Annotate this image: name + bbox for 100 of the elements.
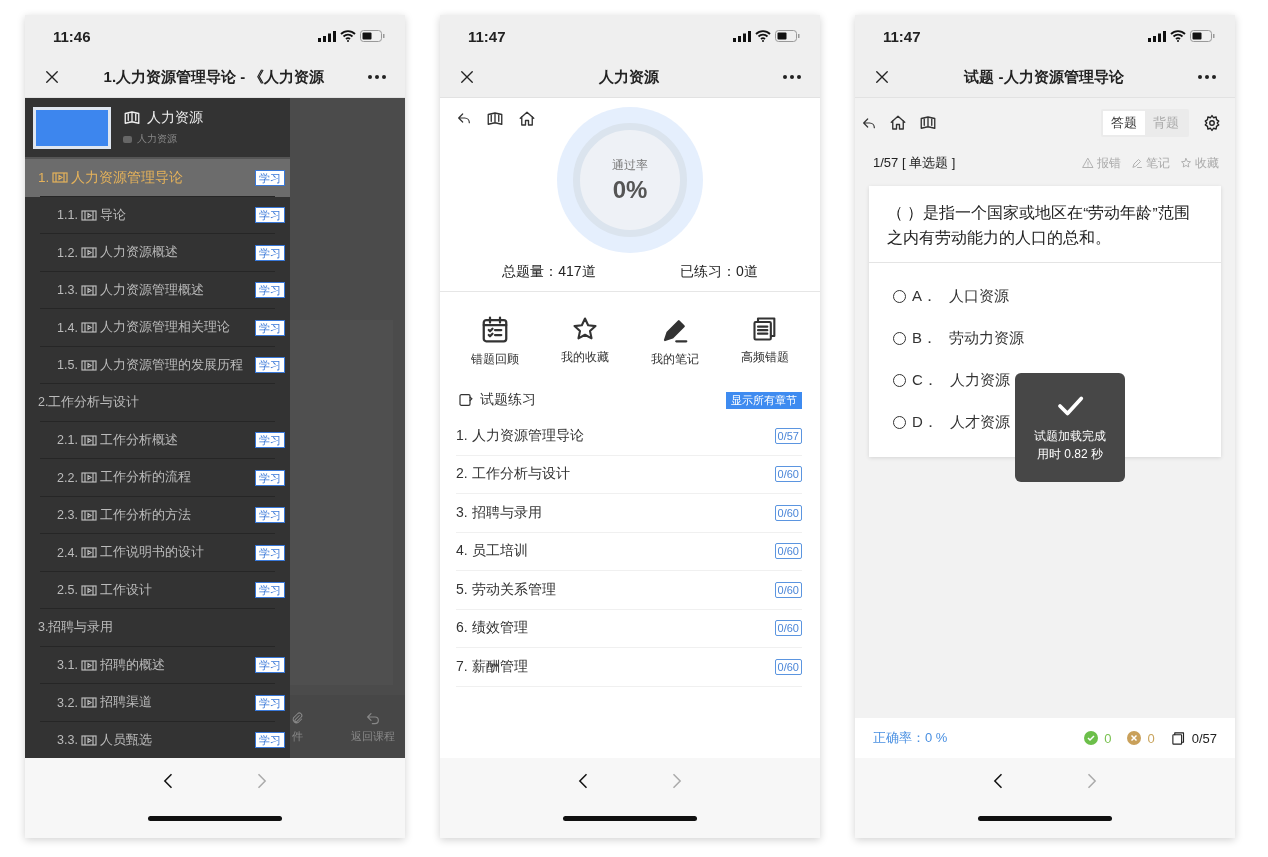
question-counter: 1/57 [ 单选题 ]: [873, 154, 956, 172]
chapter-title: 2. 工作分析与设计: [456, 465, 570, 484]
chapter-row[interactable]: 7. 薪酬管理 0/60: [456, 648, 802, 687]
page-title: 1.人力资源管理导论 - 《人力资源: [102, 67, 326, 87]
settings-button[interactable]: [1203, 114, 1221, 132]
chapter-row[interactable]: 5. 劳动关系管理 0/60: [456, 571, 802, 610]
study-tag[interactable]: 学习: [255, 207, 285, 224]
video-icon: [80, 734, 97, 746]
study-tag[interactable]: 学习: [255, 694, 285, 711]
gauge-label: 通过率: [612, 156, 648, 174]
gauge-value: 0%: [612, 175, 648, 204]
close-button[interactable]: [43, 68, 61, 86]
video-icon: [80, 509, 97, 521]
chapter-row[interactable]: 2.工作分析与设计: [25, 384, 290, 422]
warning-icon: [1082, 157, 1094, 169]
study-tag[interactable]: 学习: [255, 282, 285, 299]
chapter-row[interactable]: 2.5. 工作设计 学习: [25, 571, 290, 609]
more-icon[interactable]: [367, 74, 387, 80]
answer-option[interactable]: C． 人力资源: [893, 359, 1010, 401]
chapter-title: 2.1. 工作分析概述: [57, 431, 178, 449]
chapter-row[interactable]: 2.4. 工作说明书的设计 学习: [25, 534, 290, 572]
chapter-title: 1.2. 人力资源概述: [57, 244, 178, 262]
chapter-row[interactable]: 6. 绩效管理 0/60: [456, 609, 802, 648]
section-title: 3.招聘与录用: [38, 619, 114, 637]
close-icon: [458, 68, 476, 86]
progress-badge: 0/60: [774, 620, 802, 637]
chapter-title: 1.1. 导论: [57, 206, 126, 224]
feature-button[interactable]: 我的收藏: [540, 314, 630, 369]
study-tag[interactable]: 学习: [255, 357, 285, 374]
answer-option[interactable]: B． 劳动力资源: [893, 317, 1024, 359]
video-icon: [80, 284, 97, 296]
study-tag[interactable]: 学习: [255, 469, 285, 486]
feature-button[interactable]: 我的笔记: [630, 314, 720, 369]
chapter-row[interactable]: 2. 工作分析与设计 0/60: [456, 455, 802, 494]
chapter-row[interactable]: 2.1. 工作分析概述 学习: [25, 421, 290, 459]
chapter-title: 6. 绩效管理: [456, 619, 528, 638]
mode-tab[interactable]: 答题: [1103, 111, 1145, 135]
star-icon: [1180, 157, 1192, 169]
chapter-title: 2.3. 工作分析的方法: [57, 506, 191, 524]
chapter-row[interactable]: 4. 员工培训 0/60: [456, 532, 802, 571]
study-tag[interactable]: 学习: [255, 432, 285, 449]
close-button[interactable]: [873, 68, 891, 86]
chapter-title: 5. 劳动关系管理: [456, 580, 556, 599]
chapter-title: 1.5. 人力资源管理的发展历程: [57, 356, 243, 374]
answer-option[interactable]: A． 人口资源: [893, 275, 1009, 317]
chapter-row[interactable]: 2.2. 工作分析的流程 学习: [25, 459, 290, 497]
chapter-row[interactable]: 1. 人力资源管理导论 学习: [25, 159, 290, 197]
more-icon[interactable]: [782, 74, 802, 80]
study-tag[interactable]: 学习: [255, 732, 285, 749]
check-circle-icon: [1084, 731, 1099, 745]
video-icon: [80, 209, 97, 221]
answer-option[interactable]: D． 人才资源: [893, 401, 1010, 443]
option-letter: A．: [912, 286, 937, 306]
close-icon: [43, 68, 61, 86]
stat-text: 已练习：0道: [680, 263, 758, 281]
chapter-title: 1.4. 人力资源管理相关理论: [57, 319, 230, 337]
stacked-cards-icon: [1170, 730, 1186, 746]
paperclip-icon: [290, 710, 304, 727]
study-tag[interactable]: 学习: [255, 657, 285, 674]
chapter-row[interactable]: 3.1. 招聘的概述 学习: [25, 646, 290, 684]
chapter-row[interactable]: 1.5. 人力资源管理的发展历程 学习: [25, 346, 290, 384]
chapter-row[interactable]: 1.2. 人力资源概述 学习: [25, 234, 290, 272]
close-button[interactable]: [458, 68, 476, 86]
chapter-row[interactable]: 1. 人力资源管理导论 0/57: [456, 417, 802, 456]
page-title: 试题 -人力资源管理导论: [962, 67, 1125, 87]
more-icon[interactable]: [1197, 74, 1217, 80]
tag-icon: [123, 135, 132, 143]
course-subtitle: 人力资源: [137, 132, 177, 146]
progress-badge: 0/60: [774, 504, 802, 521]
chapter-row[interactable]: 1.4. 人力资源管理相关理论 学习: [25, 309, 290, 347]
signal-icon: [1148, 30, 1166, 42]
chapter-title: 7. 薪酬管理: [456, 657, 528, 676]
study-tag[interactable]: 学习: [255, 544, 285, 561]
option-text: 人口资源: [949, 286, 1009, 306]
chapter-row[interactable]: 2.3. 工作分析的方法 学习: [25, 496, 290, 534]
chapter-row[interactable]: 1.1. 导论 学习: [25, 196, 290, 234]
study-tag[interactable]: 学习: [255, 244, 285, 261]
toast-title: 试题加载完成: [1034, 428, 1106, 445]
question-count: 0/57: [1191, 730, 1217, 746]
study-tag[interactable]: 学习: [255, 507, 285, 524]
wifi-icon: [340, 30, 356, 42]
signal-icon: [318, 30, 336, 42]
page-title: 人力资源: [598, 67, 660, 87]
chapter-row[interactable]: 3. 招聘与录用 0/60: [456, 494, 802, 533]
progress-badge: 0/60: [774, 658, 802, 675]
battery-icon: [360, 30, 385, 42]
study-tag[interactable]: 学习: [255, 169, 285, 186]
study-tag[interactable]: 学习: [255, 319, 285, 336]
chapter-row[interactable]: 3.2. 招聘渠道 学习: [25, 684, 290, 722]
feature-button[interactable]: 高频错题: [720, 314, 810, 369]
chapter-row[interactable]: 1.3. 人力资源管理概述 学习: [25, 271, 290, 309]
study-tag[interactable]: 学习: [255, 582, 285, 599]
cross-circle-icon: [1127, 731, 1142, 745]
open-book-icon: [123, 109, 141, 127]
correct-count: 0: [1104, 730, 1112, 746]
return-arrow-icon: [365, 710, 381, 727]
chapter-row[interactable]: 3.招聘与录用: [25, 609, 290, 647]
chapter-title: 1. 人力资源管理导论: [456, 426, 584, 445]
feature-button[interactable]: 错题回顾: [450, 314, 540, 369]
option-text: 人才资源: [949, 412, 1010, 432]
